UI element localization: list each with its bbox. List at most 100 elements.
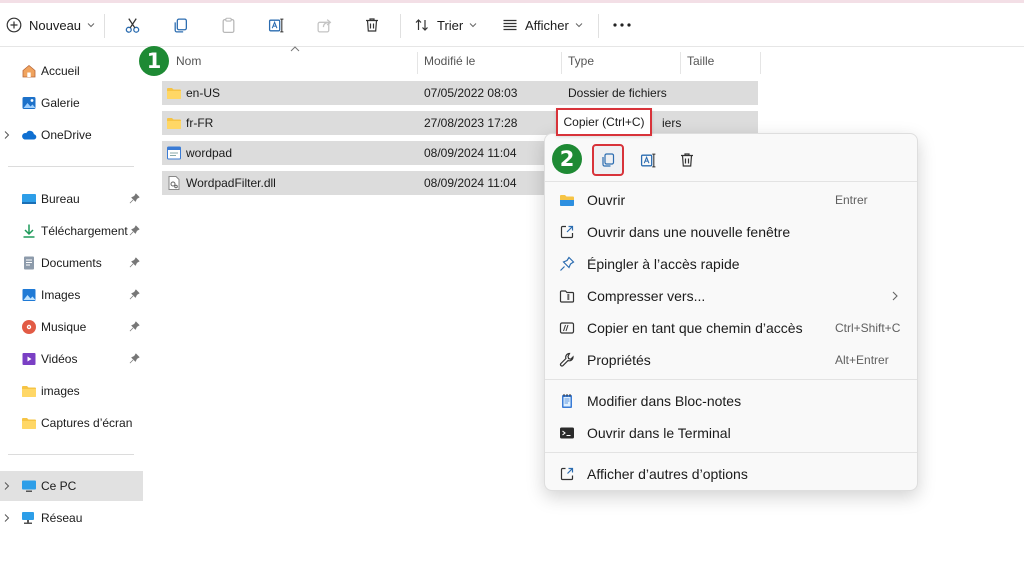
chevron-right-icon (892, 291, 898, 301)
pictures-icon (22, 289, 36, 301)
sidebar-item-reseau[interactable]: Réseau (0, 503, 143, 533)
column-header-label: Nom (176, 54, 202, 68)
menu-item-properties[interactable]: Propriétés Alt+Entrer (545, 345, 917, 375)
menu-divider (545, 452, 917, 453)
sidebar-item-label: Captures d’écran (41, 416, 133, 430)
file-modified: 07/05/2022 08:03 (424, 86, 518, 100)
column-header-name[interactable]: Nom (176, 54, 201, 76)
sort-button[interactable]: Trier (414, 3, 477, 47)
menu-divider (545, 379, 917, 380)
chevron-right-icon (4, 514, 10, 522)
menu-item-more-options[interactable]: Afficher d’autres d’options (545, 459, 917, 489)
sidebar-item-label: Images (41, 288, 81, 302)
rename-icon (268, 18, 284, 32)
chevron-down-icon (575, 23, 583, 28)
menu-item-pin-quick-access[interactable]: Épingler à l’accès rapide (545, 249, 917, 279)
sidebar-item-label: Téléchargement (41, 224, 128, 238)
menu-item-compress[interactable]: Compresser vers... (545, 281, 917, 311)
menu-item-label: Ouvrir (587, 192, 626, 208)
sidebar-item-label: images (41, 384, 80, 398)
new-button[interactable]: Nouveau (6, 3, 95, 47)
copy-icon (602, 153, 615, 167)
file-modified: 08/09/2024 11:04 (424, 176, 517, 190)
more-options-button[interactable] (612, 3, 632, 47)
step-badge-1: 1 (139, 46, 169, 76)
view-list-icon (503, 19, 517, 31)
sidebar-item-onedrive[interactable]: OneDrive (0, 120, 143, 150)
column-header-size[interactable]: Taille (687, 54, 714, 76)
pin-icon (129, 193, 140, 204)
plus-circle-icon (6, 17, 22, 33)
sidebar-item-ce-pc[interactable]: Ce PC (0, 471, 143, 501)
file-modified: 08/09/2024 11:04 (424, 146, 517, 160)
folder-open-icon (560, 195, 574, 206)
gallery-icon (22, 97, 36, 109)
paste-button[interactable] (220, 3, 237, 47)
music-icon (22, 320, 36, 334)
rename-button[interactable] (268, 3, 285, 47)
context-rename-button[interactable] (632, 144, 664, 176)
folder-icon (22, 418, 36, 429)
context-delete-button[interactable] (671, 144, 703, 176)
file-name: en-US (186, 86, 221, 100)
column-header-modified[interactable]: Modifié le (424, 54, 475, 76)
sidebar-item-images[interactable]: Images (0, 280, 143, 310)
sidebar-item-images-folder[interactable]: images (0, 376, 143, 406)
sidebar-item-documents[interactable]: Documents (0, 248, 143, 278)
copy-path-icon (559, 322, 575, 334)
column-separator[interactable] (417, 52, 418, 74)
rename-icon (640, 153, 655, 167)
application-icon (167, 146, 181, 160)
wrench-icon (559, 352, 574, 367)
ellipsis-icon (613, 23, 631, 27)
view-button[interactable]: Afficher (502, 3, 583, 47)
menu-item-open[interactable]: Ouvrir Entrer (545, 185, 917, 215)
column-separator[interactable] (561, 52, 562, 74)
sort-ascending-icon (290, 46, 300, 52)
sidebar-item-telechargement[interactable]: Téléchargement (0, 216, 143, 246)
share-button[interactable] (316, 3, 333, 47)
menu-item-label: Ouvrir dans le Terminal (587, 425, 731, 441)
onedrive-cloud-icon (22, 130, 37, 140)
compress-icon (559, 290, 575, 303)
menu-item-open-new-window[interactable]: Ouvrir dans une nouvelle fenêtre (545, 217, 917, 247)
column-separator[interactable] (680, 52, 681, 74)
desktop-icon (22, 194, 36, 204)
copy-icon (174, 17, 187, 33)
sidebar-item-label: OneDrive (41, 128, 92, 142)
sidebar-item-label: Réseau (41, 511, 83, 525)
file-row[interactable]: fr-FR 27/08/2023 17:28 iers (162, 111, 758, 135)
share-icon (317, 18, 332, 33)
chevron-right-icon (4, 482, 10, 490)
delete-button[interactable] (364, 3, 380, 47)
sidebar-item-label: Galerie (41, 96, 80, 110)
cut-button[interactable] (124, 3, 141, 47)
menu-item-label: Modifier dans Bloc-notes (587, 393, 742, 409)
sidebar-item-videos[interactable]: Vidéos (0, 344, 143, 374)
menu-item-edit-notepad[interactable]: Modifier dans Bloc-notes (545, 386, 917, 416)
file-row[interactable]: en-US 07/05/2022 08:03 Dossier de fichie… (162, 81, 758, 105)
trash-icon (681, 153, 693, 167)
command-bar: Nouveau Trier Afficher (0, 3, 1024, 47)
sidebar-item-label: Ce PC (41, 479, 77, 493)
sidebar-item-musique[interactable]: Musique (0, 312, 143, 342)
file-type: Dossier de fichiers (568, 86, 667, 100)
column-separator[interactable] (760, 52, 761, 74)
trash-icon (366, 18, 378, 32)
clipboard-icon (222, 17, 235, 33)
sidebar-item-accueil[interactable]: Accueil (0, 56, 143, 86)
sidebar-item-galerie[interactable]: Galerie (0, 88, 143, 118)
menu-item-label: Afficher d’autres d’options (587, 466, 748, 482)
menu-divider (545, 181, 917, 182)
menu-item-label: Propriétés (587, 352, 651, 368)
menu-item-open-terminal[interactable]: Ouvrir dans le Terminal (545, 418, 917, 448)
copy-button[interactable] (172, 3, 189, 47)
sidebar-item-captures[interactable]: Captures d’écran (0, 408, 143, 438)
navigation-pane: Accueil Galerie OneDrive Bureau Téléchar… (0, 48, 144, 572)
context-copy-button[interactable] (592, 144, 624, 176)
pin-icon (560, 256, 575, 271)
menu-item-shortcut: Ctrl+Shift+C (835, 321, 901, 335)
sidebar-item-bureau[interactable]: Bureau (0, 184, 143, 214)
menu-item-copy-path[interactable]: Copier en tant que chemin d’accès Ctrl+S… (545, 313, 917, 343)
column-header-type[interactable]: Type (568, 54, 594, 76)
